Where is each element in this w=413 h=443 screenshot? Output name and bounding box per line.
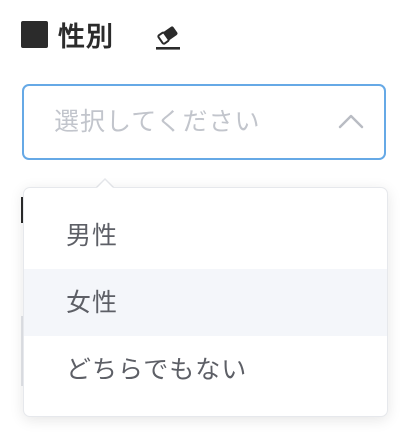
option-list: 男性 女性 どちらでもない <box>24 202 387 403</box>
option-neither[interactable]: どちらでもない <box>24 336 387 403</box>
eraser-icon[interactable] <box>155 23 181 51</box>
option-male[interactable]: 男性 <box>24 202 387 269</box>
select-placeholder: 選択してください <box>54 107 261 136</box>
required-marker <box>21 20 48 48</box>
dropdown-pointer-fill <box>96 180 114 189</box>
field-header: 性別 <box>21 16 114 53</box>
gender-dropdown: 男性 女性 どちらでもない <box>23 187 388 417</box>
chevron-up-icon[interactable] <box>338 112 364 130</box>
option-female[interactable]: 女性 <box>24 269 387 336</box>
gender-select[interactable]: 選択してください <box>22 84 386 160</box>
field-title: 性別 <box>58 21 114 53</box>
